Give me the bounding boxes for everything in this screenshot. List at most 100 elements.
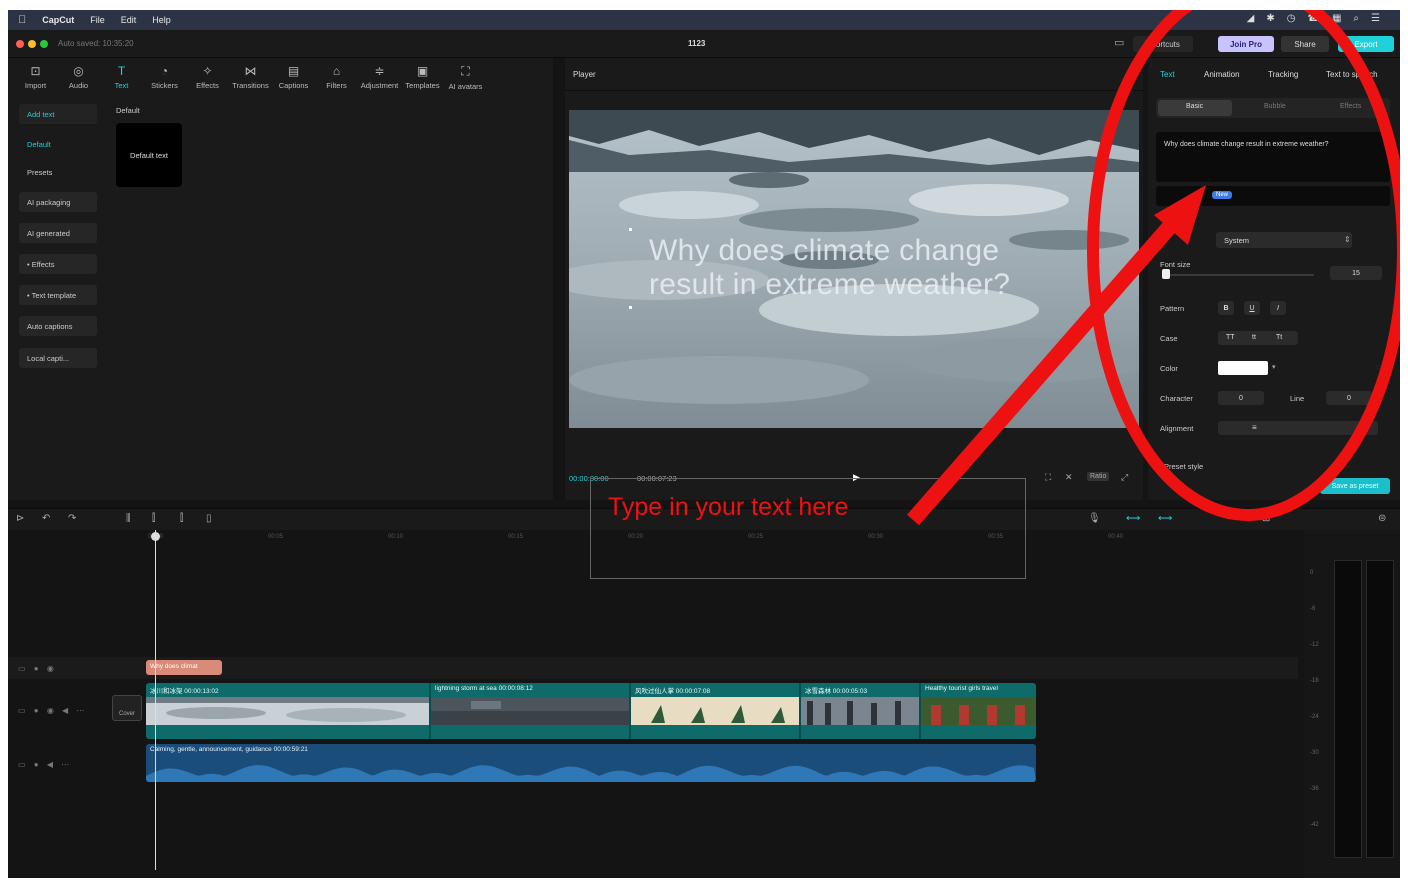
video-clip[interactable]: 风吹过仙人掌 00:00:07:08	[631, 683, 801, 739]
tool-audio[interactable]: ◎ Audio	[57, 58, 100, 98]
save-preset-button[interactable]: Save as preset	[1320, 478, 1390, 494]
color-swatch[interactable]	[1218, 361, 1268, 375]
video-track-controls[interactable]: ▭ ● ◉ ◀ ⋯	[18, 706, 87, 715]
subtab-effects[interactable]: Effects	[1340, 103, 1361, 110]
sidebar-item-effects[interactable]: • Effects	[19, 254, 97, 274]
font-size-slider[interactable]	[1164, 274, 1314, 276]
align-center-icon[interactable]: ≡	[1252, 423, 1257, 432]
tool-captions[interactable]: ▤ Captions	[272, 58, 315, 98]
main-track-magnet-icon[interactable]: ⟷	[1126, 513, 1140, 524]
tab-text-to-speech[interactable]: Text to speech	[1326, 70, 1378, 79]
text-overlay[interactable]: Why does climate change result in extrem…	[649, 234, 1109, 302]
menu-edit[interactable]: Edit	[121, 15, 137, 25]
split-icon[interactable]: ⫼	[126, 513, 131, 524]
redo-icon[interactable]: ↷	[68, 513, 76, 524]
case-lower-button[interactable]: tt	[1252, 334, 1256, 341]
chevron-down-icon[interactable]: ▾	[1272, 363, 1276, 371]
text-content-field[interactable]: Why does climate change result in extrem…	[1156, 132, 1390, 182]
tool-effects[interactable]: ✧ Effects	[186, 58, 229, 98]
reset-icon[interactable]: ◌	[1376, 362, 1381, 372]
sidebar-item-text-template[interactable]: • Text template	[19, 285, 97, 305]
phone-icon[interactable]: ☎	[1308, 13, 1320, 24]
undo-icon[interactable]: ↶	[42, 513, 50, 524]
timeline[interactable]: 00:00 00:05 00:10 00:15 00:20 00:25 00:3…	[8, 530, 1298, 878]
video-clip[interactable]: 冰川和冰架 00:00:13:02	[146, 683, 431, 739]
fullscreen-preview-icon[interactable]: ⛶	[1045, 472, 1051, 483]
text-track-controls[interactable]: ▭ ● ◉	[18, 664, 57, 673]
auto-snap-icon[interactable]: ⟷	[1158, 513, 1172, 524]
font-select[interactable]: System	[1216, 232, 1352, 248]
tab-animation[interactable]: Animation	[1204, 70, 1240, 79]
audio-track[interactable]: Calming, gentle, announcement, guidance …	[146, 744, 1036, 782]
tool-templates[interactable]: ▣ Templates	[401, 58, 444, 98]
selection-handle[interactable]	[629, 228, 632, 231]
underline-button[interactable]: U	[1244, 301, 1260, 315]
sidebar-item-auto-captions[interactable]: Auto captions	[19, 316, 97, 336]
default-text-card[interactable]: Default text	[116, 123, 182, 187]
font-size-slider-handle[interactable]	[1162, 269, 1170, 279]
layout-icon[interactable]: ▭	[1114, 36, 1124, 49]
playhead[interactable]	[151, 530, 160, 870]
italic-button[interactable]: I	[1270, 301, 1286, 315]
sidebar-item-ai-packaging[interactable]: AI packaging	[19, 192, 97, 212]
tab-text[interactable]: Text	[1160, 70, 1175, 79]
font-size-value[interactable]: 15	[1330, 266, 1382, 280]
expand-icon[interactable]: ⤢	[1121, 472, 1128, 483]
shortcuts-button[interactable]: Shortcuts	[1133, 36, 1193, 52]
clock-icon[interactable]: ◷	[1287, 13, 1296, 24]
tool-ai-avatars[interactable]: ⛶ AI avatars	[444, 58, 487, 98]
line-spacing-value[interactable]: 0	[1326, 391, 1372, 405]
character-spacing-value[interactable]: 0	[1218, 391, 1264, 405]
close-window-icon[interactable]	[16, 40, 24, 48]
ratio-button[interactable]: Ratio	[1087, 472, 1110, 481]
case-upper-button[interactable]: TT	[1226, 334, 1235, 341]
crop-icon[interactable]: ✕	[1065, 472, 1073, 483]
tool-adjustment[interactable]: ≑ Adjustment	[358, 58, 401, 98]
zoom-fit-icon[interactable]: ⊜	[1378, 513, 1386, 524]
tool-import[interactable]: ⊡ Import	[14, 58, 57, 98]
audio-track-controls[interactable]: ▭ ● ◀ ⋯	[18, 760, 72, 769]
bold-button[interactable]: B	[1218, 301, 1234, 315]
sidebar-item-default[interactable]: Default	[19, 134, 97, 154]
tool-stickers[interactable]: ◔ Stickers	[143, 58, 186, 98]
split-left-icon[interactable]: ⫿	[152, 513, 155, 524]
video-clip[interactable]: Healthy tourist girls travel	[921, 683, 1036, 739]
sidebar-item-add-text[interactable]: Add text	[19, 104, 97, 124]
video-clip[interactable]: 冰雪森林 00:00:05:03	[801, 683, 921, 739]
tool-filters[interactable]: ⌂ Filters	[315, 58, 358, 98]
search-icon[interactable]: ⌕	[1353, 13, 1359, 24]
split-right-icon[interactable]: ⫿	[180, 513, 183, 524]
wifi-icon[interactable]: ◢	[1247, 13, 1255, 24]
preview-axis-icon[interactable]: ⊞	[1262, 513, 1270, 524]
tool-text[interactable]: T Text	[100, 58, 143, 98]
sidebar-item-ai-generated[interactable]: AI generated	[19, 223, 97, 243]
delete-icon[interactable]: ▯	[206, 513, 212, 524]
subtab-basic[interactable]: Basic	[1186, 103, 1203, 110]
apple-icon[interactable]: 	[18, 14, 26, 26]
video-track[interactable]: 冰川和冰架 00:00:13:02 lightning storm at sea…	[146, 683, 1036, 739]
calendar-icon[interactable]: ▦	[1332, 13, 1341, 24]
bluetooth-icon[interactable]: ✱	[1266, 13, 1274, 24]
sidebar-item-presets[interactable]: Presets	[19, 162, 97, 182]
text-template-bar[interactable]: New	[1156, 186, 1390, 206]
menu-file[interactable]: File	[90, 15, 105, 25]
microphone-icon[interactable]: 🎙	[1088, 513, 1101, 524]
sidebar-item-local-captions[interactable]: Local capti...	[19, 348, 97, 368]
tool-transitions[interactable]: ⋈ Transitions	[229, 58, 272, 98]
tab-tracking[interactable]: Tracking	[1268, 70, 1298, 79]
video-clip[interactable]: lightning storm at sea 00:00:08:12	[431, 683, 631, 739]
playhead-handle[interactable]	[151, 532, 160, 541]
minimize-window-icon[interactable]	[28, 40, 36, 48]
control-center-icon[interactable]: ☰	[1371, 13, 1380, 24]
selection-handle[interactable]	[629, 306, 632, 309]
menu-help[interactable]: Help	[152, 15, 171, 25]
text-clip[interactable]: Why does climat	[146, 660, 222, 675]
menu-app-name[interactable]: CapCut	[42, 15, 74, 25]
cover-button[interactable]: Cover	[112, 695, 142, 721]
case-title-button[interactable]: Tt	[1276, 334, 1282, 341]
video-preview[interactable]: Why does climate change result in extrem…	[569, 110, 1139, 428]
join-pro-button[interactable]: Join Pro	[1218, 36, 1274, 52]
select-tool-icon[interactable]: ⊳	[16, 513, 24, 524]
share-button[interactable]: Share	[1281, 36, 1329, 52]
export-button[interactable]: Export	[1338, 36, 1394, 52]
